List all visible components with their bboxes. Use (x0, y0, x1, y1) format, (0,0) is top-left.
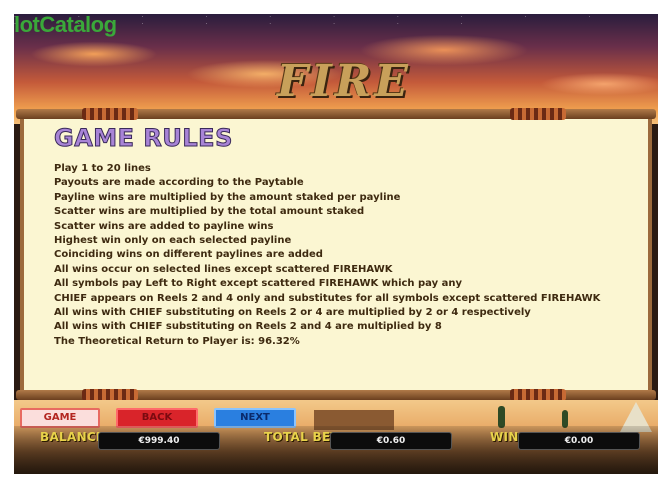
game-rules-title: GAME RULES (54, 124, 233, 153)
site-watermark-logo: lotCatalog (14, 14, 117, 37)
back-button[interactable]: BACK (116, 408, 198, 428)
rule-item: All symbols pay Left to Right except sca… (54, 278, 463, 290)
game-window: · · · · · · · · · · · · · · · · · · lotC… (14, 14, 658, 474)
win-value: €0.00 (518, 432, 640, 450)
total-bet-value: €0.60 (330, 432, 452, 450)
rule-item: Scatter wins are added to payline wins (54, 220, 274, 232)
rule-item: Scatter wins are multiplied by the total… (54, 206, 365, 218)
balance-label: BALANCE (40, 430, 105, 444)
rule-item: Payouts are made according to the Paytab… (54, 177, 304, 189)
game-rules-panel: GAME RULES Play 1 to 20 lines Payouts ar… (20, 114, 652, 392)
rule-item: The Theoretical Return to Player is: 96.… (54, 335, 300, 347)
rule-item: Play 1 to 20 lines (54, 163, 151, 174)
rod-binding-decoration (510, 108, 566, 120)
total-bet-label: TOTAL BET (264, 430, 339, 444)
rule-item: Coinciding wins on different paylines ar… (54, 249, 323, 261)
balance-value: €999.40 (98, 432, 220, 450)
rule-item: Payline wins are multiplied by the amoun… (54, 191, 401, 203)
rule-item: All wins with CHIEF substituting on Reel… (54, 307, 531, 319)
cactus-decoration (498, 406, 505, 428)
rule-item: Highest win only on each selected paylin… (54, 235, 292, 247)
game-rules-list: Play 1 to 20 lines Payouts are made acco… (54, 162, 600, 349)
game-button[interactable]: GAME (20, 408, 100, 428)
rule-item: All wins with CHIEF substituting on Reel… (54, 321, 442, 333)
next-button[interactable]: NEXT (214, 408, 296, 428)
rule-item: CHIEF appears on Reels 2 and 4 only and … (54, 292, 601, 304)
rod-binding-decoration (82, 108, 138, 120)
win-label: WIN (490, 430, 519, 444)
rule-item: All wins occur on selected lines except … (54, 263, 393, 275)
